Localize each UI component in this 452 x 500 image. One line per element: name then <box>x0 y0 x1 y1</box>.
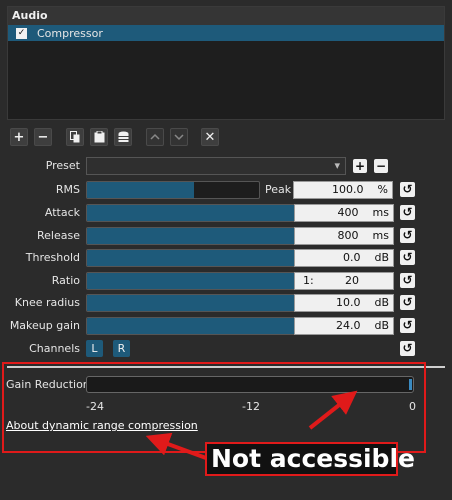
makeup-gain-unit: dB <box>374 319 389 332</box>
release-unit: ms <box>372 229 389 242</box>
makeup-gain-label: Makeup gain <box>9 319 80 332</box>
move-up-button[interactable] <box>146 128 164 146</box>
makeup-gain-value: 24.0 <box>335 319 361 332</box>
chevron-down-icon <box>174 134 184 141</box>
rms-slider[interactable] <box>86 181 260 199</box>
knee-radius-fill <box>87 295 302 311</box>
reset-icon[interactable]: ↺ <box>400 205 415 220</box>
ratio-label: Ratio <box>51 274 80 287</box>
attack-value: 400 <box>337 206 359 219</box>
channel-right-toggle[interactable]: R <box>113 340 130 357</box>
makeup-gain-spinbox[interactable]: 24.0 dB <box>294 317 394 335</box>
paste-filter-button[interactable] <box>90 128 108 146</box>
threshold-fill <box>87 250 302 266</box>
attack-label: Attack <box>44 206 80 219</box>
ratio-prefix: 1: <box>303 274 314 287</box>
rms-spinbox[interactable]: 100.0% <box>293 181 393 199</box>
add-preset-button[interactable]: + <box>353 159 367 173</box>
channels-label: Channels <box>29 342 80 355</box>
preset-label: Preset <box>45 159 80 172</box>
remove-filter-button[interactable]: − <box>34 128 52 146</box>
reset-icon[interactable]: ↺ <box>400 273 415 288</box>
copy-icon <box>69 131 79 143</box>
audio-header: Audio <box>8 7 444 25</box>
threshold-value: 0.0 <box>342 251 361 264</box>
move-down-button[interactable] <box>170 128 188 146</box>
release-spinbox[interactable]: 800 ms <box>294 227 394 245</box>
release-label: Release <box>37 229 80 242</box>
add-filter-button[interactable]: + <box>10 128 28 146</box>
filter-item-compressor[interactable]: ✓ Compressor <box>8 25 444 41</box>
filter-list-panel: Audio ✓ Compressor <box>7 6 445 120</box>
preset-combobox[interactable] <box>86 157 346 175</box>
reset-icon[interactable]: ↺ <box>400 318 415 333</box>
filter-enabled-checkbox[interactable]: ✓ <box>16 27 27 39</box>
release-fill <box>87 228 302 244</box>
ratio-value: 20 <box>345 274 359 287</box>
attack-spinbox[interactable]: 400 ms <box>294 204 394 222</box>
annotation-highlight-box <box>2 362 426 453</box>
knee-radius-label: Knee radius <box>14 296 80 309</box>
threshold-spinbox[interactable]: 0.0 dB <box>294 249 394 267</box>
release-value: 800 <box>337 229 359 242</box>
attack-fill <box>87 205 302 221</box>
delete-preset-button[interactable]: − <box>374 159 388 173</box>
threshold-label: Threshold <box>25 251 80 264</box>
makeup-gain-fill <box>87 318 302 334</box>
rms-value: 100.0 <box>332 183 364 196</box>
attack-unit: ms <box>372 206 389 219</box>
save-preset-button[interactable] <box>114 128 132 146</box>
filter-name: Compressor <box>37 26 103 40</box>
channel-left-toggle[interactable]: L <box>86 340 103 357</box>
reset-icon[interactable]: ↺ <box>400 341 415 356</box>
knee-radius-unit: dB <box>374 296 389 309</box>
reset-icon[interactable]: ↺ <box>400 295 415 310</box>
close-icon[interactable]: ✕ <box>201 128 219 146</box>
knee-radius-value: 10.0 <box>335 296 361 309</box>
rms-label: RMS <box>55 183 80 196</box>
reset-icon[interactable]: ↺ <box>400 250 415 265</box>
ratio-spinbox[interactable]: 1: 20 <box>294 272 394 290</box>
peak-label: Peak <box>265 183 292 196</box>
paste-icon <box>94 131 104 143</box>
reset-icon[interactable]: ↺ <box>400 228 415 243</box>
rms-unit: % <box>377 183 388 196</box>
knee-radius-spinbox[interactable]: 10.0 dB <box>294 294 394 312</box>
stack-icon <box>118 131 128 142</box>
ratio-fill <box>87 273 302 289</box>
threshold-unit: dB <box>374 251 389 264</box>
reset-icon[interactable]: ↺ <box>400 182 415 197</box>
copy-filter-button[interactable] <box>66 128 84 146</box>
chevron-up-icon <box>150 133 160 140</box>
rms-fill <box>87 182 194 198</box>
annotation-label: Not accessible <box>211 444 415 473</box>
